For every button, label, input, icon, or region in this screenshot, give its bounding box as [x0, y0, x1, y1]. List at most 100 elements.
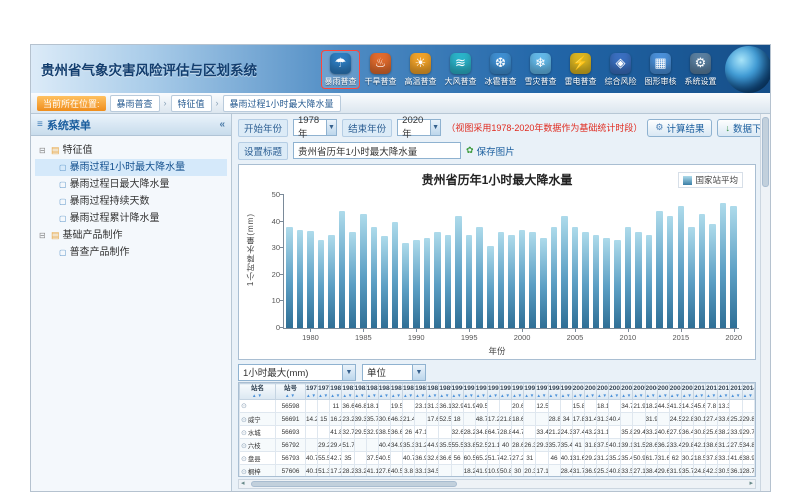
calc-button[interactable]: ⚙ 计算结果 — [647, 119, 712, 137]
collapse-sidebar-icon[interactable]: « — [219, 119, 225, 130]
metric-select[interactable]: 1小时最大(mm) ▼ — [238, 364, 356, 381]
nav-icon[interactable]: ☀高温普查 — [401, 50, 440, 89]
start-year-select[interactable]: 1978年 ▼ — [293, 119, 337, 136]
sort-icons: ▲▼ — [646, 393, 657, 399]
column-header[interactable]: 2007▲▼ — [657, 384, 669, 400]
column-header[interactable]: 1989▲▼ — [439, 384, 451, 400]
page-icon: ▢ — [59, 193, 67, 210]
column-header[interactable]: 1993▲▼ — [487, 384, 499, 400]
tree-item[interactable]: ▢普查产品制作 — [35, 244, 227, 261]
table-row[interactable]: ⊙威宁5669114.21516.223.239.335.730.646.321… — [240, 413, 755, 426]
nav-icon[interactable]: ❄雪灾普查 — [521, 50, 560, 89]
radio-icon[interactable]: ⊙ — [241, 456, 247, 463]
column-header[interactable]: 1994▲▼ — [500, 384, 512, 400]
column-header[interactable]: 2011▲▼ — [706, 384, 718, 400]
tree-item[interactable]: ▢暴雨过程持续天数 — [35, 193, 227, 210]
data-table: 站名▲▼站号▲▼1978▲▼1979▲▼1980▲▼1981▲▼1982▲▼19… — [239, 383, 755, 477]
column-header[interactable]: 2000▲▼ — [572, 384, 584, 400]
nav-icon[interactable]: ❆冰雹普查 — [481, 50, 520, 89]
column-header[interactable]: 1991▲▼ — [463, 384, 475, 400]
end-year-select[interactable]: 2020年 ▼ — [397, 119, 441, 136]
radio-icon[interactable]: ⊙ — [241, 403, 247, 410]
column-header[interactable]: 2008▲▼ — [669, 384, 681, 400]
sort-icons: ▲▼ — [743, 393, 755, 399]
column-header[interactable]: 2009▲▼ — [681, 384, 693, 400]
value-cell: 36.6 — [390, 426, 402, 439]
collapse-icon[interactable]: ⊟ — [39, 227, 48, 244]
column-header[interactable]: 2004▲▼ — [621, 384, 633, 400]
vertical-scroll-thumb[interactable] — [762, 117, 769, 187]
radio-icon[interactable]: ⊙ — [241, 430, 247, 437]
tree-item[interactable]: ▢暴雨过程1小时最大降水量 — [35, 159, 227, 176]
column-header[interactable]: 1980▲▼ — [330, 384, 342, 400]
tree-item[interactable]: ▢暴雨过程日最大降水量 — [35, 176, 227, 193]
column-header[interactable]: 2013▲▼ — [730, 384, 742, 400]
chart-title-input[interactable] — [293, 142, 461, 159]
horizontal-scroll-thumb[interactable] — [251, 481, 457, 487]
scroll-left-icon[interactable]: ◂ — [241, 479, 245, 488]
column-header[interactable]: 1995▲▼ — [512, 384, 524, 400]
breadcrumb-item-page[interactable]: 暴雨过程1小时最大降水量 — [223, 95, 341, 112]
column-header[interactable]: 2014▲▼ — [742, 384, 755, 400]
column-header[interactable]: 站号▲▼ — [276, 384, 306, 400]
radio-icon[interactable]: ⊙ — [241, 443, 247, 450]
tree-folder[interactable]: ⊟▤特征值 — [35, 142, 227, 159]
column-header[interactable]: 1990▲▼ — [451, 384, 463, 400]
unit-select[interactable]: 单位 ▼ — [362, 364, 426, 381]
nav-icon[interactable]: ☂暴雨普查 — [321, 50, 360, 89]
column-header[interactable]: 1979▲▼ — [318, 384, 330, 400]
column-header[interactable]: 2006▲▼ — [645, 384, 657, 400]
column-header-label: 1991 — [464, 385, 475, 393]
radio-icon[interactable]: ⊙ — [241, 469, 247, 476]
nav-icon[interactable]: ♨干旱普查 — [361, 50, 400, 89]
tree-folder[interactable]: ⊟▤基础产品制作 — [35, 227, 227, 244]
tree-item[interactable]: ▢暴雨过程累计降水量 — [35, 210, 227, 227]
column-header[interactable]: 1978▲▼ — [306, 384, 318, 400]
collapse-icon[interactable]: ⊟ — [39, 142, 48, 159]
column-header[interactable]: 2010▲▼ — [694, 384, 706, 400]
vertical-scrollbar[interactable] — [760, 114, 770, 491]
column-header[interactable]: 1987▲▼ — [415, 384, 427, 400]
scroll-right-icon[interactable]: ▸ — [749, 479, 753, 488]
nav-icon[interactable]: ⚙系统设置 — [681, 50, 720, 89]
table-row[interactable]: ⊙水城5669341.832.729.532.938.536.62647.132… — [240, 426, 755, 439]
nav-icon[interactable]: ▦图形审核 — [641, 50, 680, 89]
column-header-label: 2000 — [573, 385, 584, 393]
table-row[interactable]: ⊙565981136.646.818.119.523.131.336.132.9… — [240, 400, 755, 413]
column-header[interactable]: 1984▲▼ — [378, 384, 390, 400]
breadcrumb-item-category[interactable]: 特征值 — [171, 95, 212, 112]
column-header[interactable]: 1985▲▼ — [390, 384, 402, 400]
column-header[interactable]: 1996▲▼ — [524, 384, 536, 400]
column-header[interactable]: 1983▲▼ — [366, 384, 378, 400]
column-header[interactable]: 1988▲▼ — [427, 384, 439, 400]
table-row[interactable]: ⊙六枝5679229.229.451.740.434.935.331.244.9… — [240, 439, 755, 452]
table-row[interactable]: ⊙盘县5679340.755.542.73537.540.540.736.932… — [240, 452, 755, 465]
column-header[interactable]: 2012▲▼ — [718, 384, 730, 400]
value-cell: 16.2 — [330, 413, 342, 426]
value-cell: 44.3 — [657, 400, 669, 413]
nav-icon[interactable]: ≋大风普查 — [441, 50, 480, 89]
value-cell: 32.6 — [427, 452, 439, 465]
horizontal-scrollbar[interactable]: ◂ ▸ — [238, 479, 756, 489]
breadcrumb-item-module[interactable]: 暴雨普查 — [110, 95, 160, 112]
nav-icon-label: 图形审核 — [645, 76, 677, 87]
column-header[interactable]: 2003▲▼ — [609, 384, 621, 400]
column-header[interactable]: 1999▲▼ — [560, 384, 572, 400]
column-header[interactable]: 站名▲▼ — [240, 384, 276, 400]
column-header[interactable]: 2001▲▼ — [584, 384, 596, 400]
column-header[interactable]: 1986▲▼ — [403, 384, 415, 400]
nav-icon-label: 雷电普查 — [565, 76, 597, 87]
column-header[interactable]: 2002▲▼ — [597, 384, 609, 400]
value-cell: 37.5 — [366, 452, 378, 465]
save-image-button[interactable]: ✿ 保存图片 — [466, 144, 515, 158]
column-header[interactable]: 1992▲▼ — [475, 384, 487, 400]
column-header[interactable]: 1982▲▼ — [354, 384, 366, 400]
column-header[interactable]: 1997▲▼ — [536, 384, 548, 400]
column-header[interactable]: 2005▲▼ — [633, 384, 645, 400]
table-row[interactable]: ⊙桐梓5760640.151.317.228.233.241.127.640.5… — [240, 465, 755, 478]
radio-icon[interactable]: ⊙ — [241, 417, 247, 424]
column-header[interactable]: 1981▲▼ — [342, 384, 354, 400]
nav-icon[interactable]: ◈综合风险 — [601, 50, 640, 89]
column-header[interactable]: 1998▲▼ — [548, 384, 560, 400]
nav-icon[interactable]: ⚡雷电普查 — [561, 50, 600, 89]
